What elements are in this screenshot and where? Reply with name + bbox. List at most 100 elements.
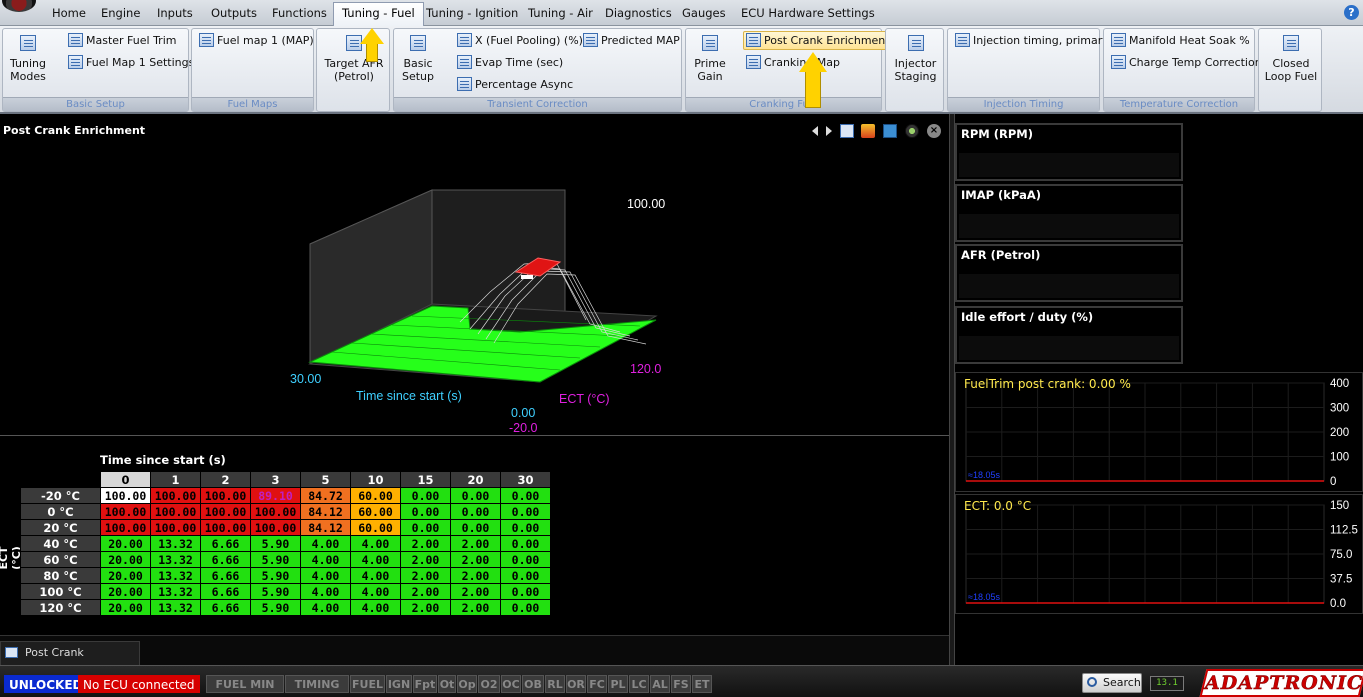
table-cell[interactable]: 4.00 — [300, 599, 351, 616]
table-cell[interactable]: 13.32 — [150, 567, 201, 584]
menu-tuning-fuel[interactable]: Tuning - Fuel — [333, 2, 424, 26]
table-cell[interactable]: 100.00 — [150, 503, 201, 520]
table-cell[interactable]: 5.90 — [250, 599, 301, 616]
gauge-icon[interactable] — [905, 124, 920, 138]
menu-ecu-hardware-settings[interactable]: ECU Hardware Settings — [733, 3, 883, 24]
table-cell[interactable]: 60.00 — [350, 503, 401, 520]
table-cell[interactable]: 4.00 — [300, 551, 351, 568]
basic-setup-button[interactable]: Basic Setup — [400, 35, 436, 83]
cranking-map-button[interactable]: Cranking Map — [743, 53, 845, 72]
table-row-header[interactable]: 100 °C — [20, 583, 101, 600]
table-cell[interactable]: 4.00 — [300, 583, 351, 600]
table-cell[interactable]: 0.00 — [450, 519, 501, 536]
table-cell[interactable]: 2.00 — [450, 551, 501, 568]
table-cell[interactable]: 100.00 — [150, 519, 201, 536]
chart-ect[interactable]: 150 112.5 75.0 37.5 0.0 ≈18.05s ECT: 0.0 °C — [955, 494, 1363, 614]
tab-post-crank-enrichment[interactable]: Post Crank Enrichment — [0, 641, 140, 681]
prime-gain-button[interactable]: Prime Gain — [692, 35, 728, 83]
tuning-modes-button[interactable]: Tuning Modes — [7, 35, 49, 83]
table-cell[interactable]: 60.00 — [350, 487, 401, 504]
table-cell[interactable]: 5.90 — [250, 567, 301, 584]
table-cell[interactable]: 100.00 — [100, 503, 151, 520]
table-cell[interactable]: 6.66 — [200, 535, 251, 552]
chart-fueltrim[interactable]: 400 300 200 100 0 ≈18.05s FuelTrim post crank… — [955, 372, 1363, 492]
table-cell[interactable]: 89.10 — [250, 487, 301, 504]
table-row-header[interactable]: 80 °C — [20, 567, 101, 584]
table-cell[interactable]: 5.90 — [250, 551, 301, 568]
injector-staging-button[interactable]: Injector Staging — [888, 35, 943, 83]
table-cell[interactable]: 4.00 — [350, 535, 401, 552]
menu-inputs[interactable]: Inputs — [149, 3, 201, 24]
table-cell[interactable]: 2.00 — [400, 567, 451, 584]
gauge-idle-effort[interactable]: Idle effort / duty (%) — [955, 306, 1183, 364]
table-cell[interactable]: 4.00 — [350, 599, 401, 616]
table-cell[interactable]: 100.00 — [150, 487, 201, 504]
table-row-header[interactable]: -20 °C — [20, 487, 101, 504]
gauge-rpm[interactable]: RPM (RPM) — [955, 123, 1183, 181]
table-cell[interactable]: 6.66 — [200, 567, 251, 584]
unlocked-badge[interactable]: UNLOCKED — [4, 675, 88, 693]
table-column-header[interactable]: 5 — [300, 471, 351, 488]
table-cell[interactable]: 4.00 — [300, 535, 351, 552]
evap-time-button[interactable]: Evap Time (sec) — [454, 53, 568, 72]
table-column-header[interactable]: 2 — [200, 471, 251, 488]
table-cell[interactable]: 20.00 — [100, 567, 151, 584]
charge-temp-correction-button[interactable]: Charge Temp Correction — [1108, 53, 1267, 72]
menu-gauges[interactable]: Gauges — [674, 3, 734, 24]
table-cell[interactable]: 2.00 — [400, 583, 451, 600]
table-cell[interactable]: 100.00 — [200, 487, 251, 504]
manifold-heat-soak-button[interactable]: Manifold Heat Soak % — [1108, 31, 1255, 50]
table-cell[interactable]: 2.00 — [450, 567, 501, 584]
table-row-header[interactable]: 60 °C — [20, 551, 101, 568]
table-cell[interactable]: 84.72 — [300, 487, 351, 504]
table-cell[interactable]: 100.00 — [100, 519, 151, 536]
table-cell[interactable]: 0.00 — [500, 519, 551, 536]
menu-home[interactable]: Home — [44, 3, 94, 24]
table-cell[interactable]: 13.32 — [150, 599, 201, 616]
table-cell[interactable]: 0.00 — [450, 487, 501, 504]
table-cell[interactable]: 100.00 — [200, 519, 251, 536]
fuel-map1-settings-button[interactable]: Fuel Map 1 Settings — [65, 53, 199, 72]
percentage-async-button[interactable]: Percentage Async — [454, 75, 578, 94]
table-cell[interactable]: 4.00 — [350, 583, 401, 600]
table-cell[interactable]: 84.12 — [300, 519, 351, 536]
table-cell[interactable]: 100.00 — [100, 487, 151, 504]
table-cell[interactable]: 84.12 — [300, 503, 351, 520]
table-column-header[interactable]: 0 — [100, 471, 151, 488]
table-row-header[interactable]: 20 °C — [20, 519, 101, 536]
table-cell[interactable]: 13.32 — [150, 583, 201, 600]
table-column-header[interactable]: 20 — [450, 471, 501, 488]
table-cell[interactable]: 2.00 — [450, 535, 501, 552]
table-cell[interactable]: 0.00 — [500, 535, 551, 552]
gauge-afr[interactable]: AFR (Petrol) — [955, 244, 1183, 302]
menu-tuning-air[interactable]: Tuning - Air — [520, 3, 601, 24]
table-cell[interactable]: 4.00 — [350, 551, 401, 568]
table-cell[interactable]: 13.32 — [150, 551, 201, 568]
table-cell[interactable]: 5.90 — [250, 535, 301, 552]
table-cell[interactable]: 0.00 — [500, 487, 551, 504]
table-row-header[interactable]: 120 °C — [20, 599, 101, 616]
table-cell[interactable]: 6.66 — [200, 551, 251, 568]
menu-engine[interactable]: Engine — [93, 3, 148, 24]
master-fuel-trim-button[interactable]: Master Fuel Trim — [65, 31, 181, 50]
table-column-header[interactable]: 15 — [400, 471, 451, 488]
table-cell[interactable]: 0.00 — [500, 567, 551, 584]
table-cell[interactable]: 0.00 — [500, 599, 551, 616]
table-cell[interactable]: 6.66 — [200, 583, 251, 600]
x-fuel-pooling-button[interactable]: X (Fuel Pooling) (%) — [454, 31, 588, 50]
window-icon[interactable] — [883, 124, 898, 138]
previous-icon[interactable] — [811, 126, 818, 136]
table-cell[interactable]: 5.90 — [250, 583, 301, 600]
table-cell[interactable]: 2.00 — [400, 599, 451, 616]
table-cell[interactable]: 20.00 — [100, 599, 151, 616]
table-view-icon[interactable] — [839, 124, 854, 138]
help-icon[interactable]: ? — [1344, 5, 1359, 20]
table-cell[interactable]: 0.00 — [500, 551, 551, 568]
menu-outputs[interactable]: Outputs — [203, 3, 265, 24]
table-cell[interactable]: 6.66 — [200, 599, 251, 616]
table-row-header[interactable]: 40 °C — [20, 535, 101, 552]
table-cell[interactable]: 20.00 — [100, 535, 151, 552]
closed-loop-fuel-button[interactable]: Closed Loop Fuel — [1261, 35, 1321, 83]
injection-timing-primary-button[interactable]: Injection timing, primary — [952, 31, 1114, 50]
close-icon[interactable]: × — [927, 124, 941, 138]
